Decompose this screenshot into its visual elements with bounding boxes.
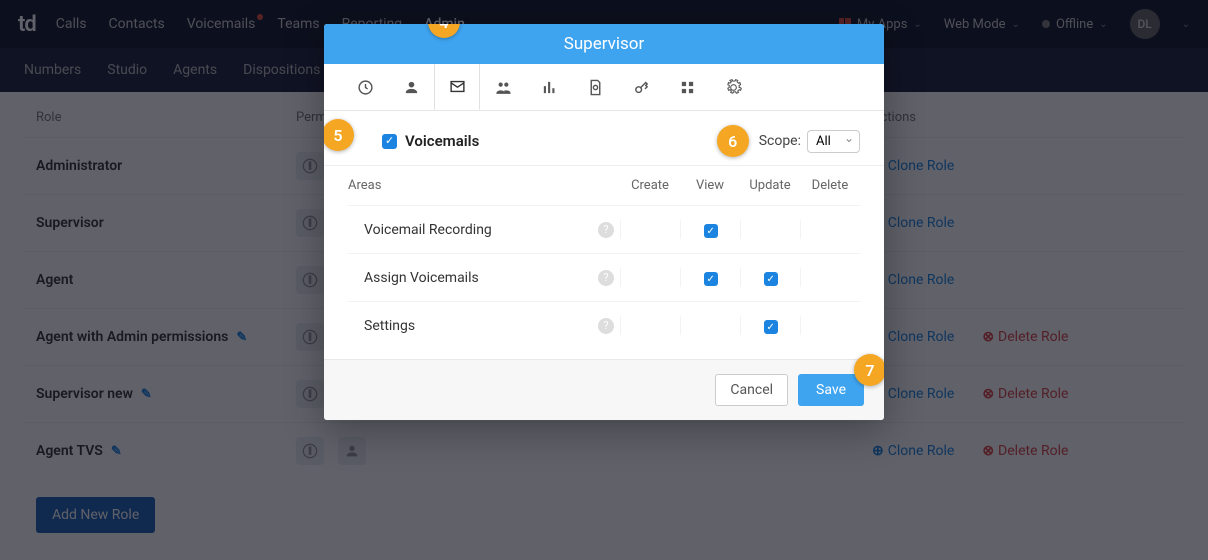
- perm-col-areas: Areas: [348, 178, 620, 193]
- help-icon[interactable]: ?: [598, 222, 614, 238]
- scope-label: Scope:: [759, 133, 801, 149]
- perm-col-delete: Delete: [800, 178, 860, 193]
- modal-tabs: 4: [324, 64, 884, 111]
- modal-tab-user-icon[interactable]: [388, 64, 434, 110]
- modal-tab-apps-icon[interactable]: [664, 64, 710, 110]
- voicemails-checkbox[interactable]: [382, 134, 397, 149]
- modal-footer: Cancel Save 7: [324, 359, 884, 420]
- modal-tab-key-icon[interactable]: [618, 64, 664, 110]
- perm-row: Voicemail Recording?: [348, 205, 860, 253]
- perm-area-label: Assign Voicemails?: [348, 270, 620, 286]
- help-icon[interactable]: ?: [598, 318, 614, 334]
- perm-col-view: View: [680, 178, 740, 193]
- perm-update-checkbox[interactable]: [764, 320, 778, 334]
- modal-title: Supervisor: [324, 24, 884, 64]
- save-button[interactable]: Save: [798, 374, 864, 406]
- perm-col-create: Create: [620, 178, 680, 193]
- modal-tab-group-icon[interactable]: [480, 64, 526, 110]
- modal-section-header: 5 Voicemails 6 Scope: All: [324, 111, 884, 166]
- scope-select[interactable]: All: [807, 130, 860, 153]
- perm-row: Assign Voicemails?: [348, 253, 860, 301]
- perm-col-update: Update: [740, 178, 800, 193]
- perm-view-checkbox[interactable]: [704, 272, 718, 286]
- modal-tab-clock-icon[interactable]: [342, 64, 388, 110]
- section-title: Voicemails: [405, 132, 479, 150]
- callout-marker-5: 5: [324, 119, 354, 151]
- perm-row: Settings?: [348, 301, 860, 349]
- help-icon[interactable]: ?: [598, 270, 614, 286]
- modal-tab-chart-icon[interactable]: [526, 64, 572, 110]
- modal-tab-mail-icon[interactable]: [434, 64, 480, 110]
- callout-marker-6: 6: [717, 125, 749, 157]
- perm-area-label: Voicemail Recording?: [348, 222, 620, 238]
- perm-area-label: Settings?: [348, 318, 620, 334]
- modal-tab-file-search-icon[interactable]: [572, 64, 618, 110]
- callout-marker-7: 7: [854, 354, 884, 386]
- perm-view-checkbox[interactable]: [704, 224, 718, 238]
- permissions-table: AreasCreateViewUpdateDelete Voicemail Re…: [324, 166, 884, 359]
- supervisor-modal: Supervisor 4 5 Voicemails 6 Scope: All A…: [324, 24, 884, 420]
- modal-tab-gear-icon[interactable]: [710, 64, 756, 110]
- perm-update-checkbox[interactable]: [764, 272, 778, 286]
- cancel-button[interactable]: Cancel: [715, 374, 788, 406]
